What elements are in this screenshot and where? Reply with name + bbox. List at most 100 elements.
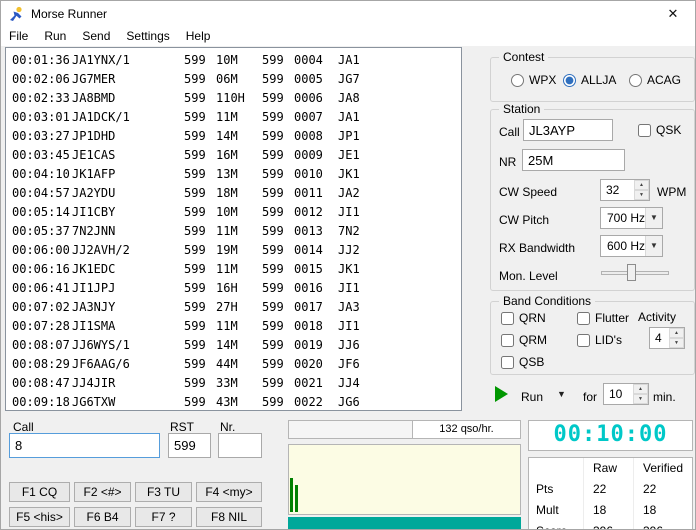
qso-log-row[interactable]: 00:03:01 JA1DCK/1 599 11M 599 0007 JA1 (12, 108, 461, 127)
contest-radio-input[interactable] (629, 73, 642, 87)
qso-rst-sent: 599 (184, 319, 206, 333)
station-nr-label: NR (499, 155, 517, 169)
play-icon[interactable] (495, 386, 508, 402)
rx-bandwidth-select[interactable]: 600 Hz ▼ (600, 235, 663, 257)
qso-log-row[interactable]: 00:07:28 JI1SMA 599 11M 599 0018 JI1 (12, 317, 461, 336)
fkey-button[interactable]: F1 CQ (9, 482, 70, 502)
menu-item[interactable]: Send (74, 28, 118, 44)
qso-log-list[interactable]: 00:01:36 JA1YNX/1 599 10M 599 0004 JA1 0… (5, 47, 462, 411)
fkey-button[interactable]: F7 ? (135, 507, 192, 527)
fkey-button[interactable]: F4 <my> (196, 482, 262, 502)
cw-speed-down-icon[interactable]: ▼ (634, 190, 649, 200)
qsk-label: QSK (656, 123, 682, 137)
contest-radio-option[interactable]: ALLJA (563, 73, 616, 87)
qso-log-row[interactable]: 00:06:41 JI1JPJ 599 16H 599 0016 JI1 (12, 279, 461, 298)
activity-down-icon[interactable]: ▼ (669, 338, 684, 348)
qso-time: 00:06:41 (12, 281, 70, 295)
activity-up-icon[interactable]: ▲ (669, 328, 684, 338)
cw-speed-spinner[interactable]: 32 ▲ ▼ (600, 179, 650, 201)
mon-level-slider[interactable] (601, 263, 669, 283)
menu-item[interactable]: File (1, 28, 36, 44)
qso-log-row[interactable]: 00:07:02 JA3NJY 599 27H 599 0017 JA3 (12, 298, 461, 317)
band-condition-checkbox[interactable]: LID's (577, 333, 622, 347)
band-condition-checkbox-input[interactable] (577, 333, 590, 347)
duration-up-icon[interactable]: ▲ (633, 384, 648, 394)
close-icon[interactable]: ✕ (651, 1, 695, 27)
contest-radio-input[interactable] (511, 73, 524, 87)
run-mode-dropdown-icon[interactable]: ▼ (557, 389, 566, 399)
activity-spinner[interactable]: 4 ▲ ▼ (649, 327, 685, 349)
band-condition-checkbox-input[interactable] (577, 311, 590, 325)
qso-rst-sent: 599 (184, 53, 206, 67)
cw-speed-up-icon[interactable]: ▲ (634, 180, 649, 190)
band-condition-checkbox-input[interactable] (501, 333, 514, 347)
band-condition-checkbox[interactable]: QSB (501, 355, 544, 369)
mon-level-slider-thumb[interactable] (627, 264, 636, 281)
qso-log-row[interactable]: 00:08:07 JJ6WYS/1 599 14M 599 0019 JJ6 (12, 336, 461, 355)
qso-rst-sent: 599 (184, 224, 206, 238)
cw-pitch-dropdown-icon[interactable]: ▼ (645, 208, 662, 228)
qsk-checkbox[interactable]: QSK (638, 123, 681, 137)
contest-radio-option[interactable]: ACAG (629, 73, 681, 87)
qso-log-row[interactable]: 00:06:00 JJ2AVH/2 599 19M 599 0014 JJ2 (12, 241, 461, 260)
fkey-button[interactable]: F3 TU (135, 482, 192, 502)
band-condition-checkbox[interactable]: QRM (501, 333, 547, 347)
qso-log-row[interactable]: 00:05:37 7N2JNN 599 11M 599 0013 7N2 (12, 222, 461, 241)
score-rows: Pts 22 22 Mult 18 18 Score 396 396 (529, 479, 692, 529)
cw-speed-label: CW Speed (499, 185, 558, 199)
band-condition-checkbox[interactable]: Flutter (577, 311, 629, 325)
entry-rst-input[interactable] (168, 433, 211, 458)
qso-log-row[interactable]: 00:08:29 JF6AAG/6 599 44M 599 0020 JF6 (12, 355, 461, 374)
band-condition-checkbox-input[interactable] (501, 355, 514, 369)
qso-exchange-sent: 18M (216, 186, 238, 200)
qso-time: 00:06:00 (12, 243, 70, 257)
qso-log-row[interactable]: 00:09:18 JG6TXW 599 43M 599 0022 JG6 (12, 393, 461, 410)
fkey-button[interactable]: F6 B4 (74, 507, 131, 527)
contest-radio-option[interactable]: WPX (511, 73, 556, 87)
qso-time: 00:04:10 (12, 167, 70, 181)
qso-log-row[interactable]: 00:04:10 JK1AFP 599 13M 599 0010 JK1 (12, 165, 461, 184)
qso-serial-number: 0009 (294, 148, 323, 162)
entry-nr-label: Nr. (220, 420, 236, 434)
qso-log-row[interactable]: 00:02:33 JA8BMD 599 110H 599 0006 JA8 (12, 89, 461, 108)
qso-exchange-sent: 11M (216, 262, 238, 276)
qso-log-row[interactable]: 00:01:36 JA1YNX/1 599 10M 599 0004 JA1 (12, 51, 461, 70)
entry-nr-input[interactable] (218, 433, 262, 458)
qso-log-row[interactable]: 00:05:14 JI1CBY 599 10M 599 0012 JI1 (12, 203, 461, 222)
menu-item[interactable]: Help (178, 28, 219, 44)
qso-time: 00:05:37 (12, 224, 70, 238)
entry-call-input[interactable] (9, 433, 160, 458)
fkey-button[interactable]: F5 <his> (9, 507, 70, 527)
cw-pitch-select[interactable]: 700 Hz ▼ (600, 207, 663, 229)
duration-spinner[interactable]: 10 ▲ ▼ (603, 383, 649, 405)
qso-log-row[interactable]: 00:02:06 JG7MER 599 06M 599 0005 JG7 (12, 70, 461, 89)
qso-log-row[interactable]: 00:08:47 JJ4JIR 599 33M 599 0021 JJ4 (12, 374, 461, 393)
duration-down-icon[interactable]: ▼ (633, 394, 648, 404)
menu-item[interactable]: Run (36, 28, 74, 44)
rx-bandwidth-dropdown-icon[interactable]: ▼ (645, 236, 662, 256)
qso-prefix: JK1 (338, 262, 360, 276)
qso-exchange-sent: 11M (216, 110, 238, 124)
qso-exchange-sent: 14M (216, 338, 238, 352)
fkey-button[interactable]: F2 <#> (74, 482, 131, 502)
qso-callsign: JA1YNX/1 (72, 53, 130, 67)
qso-callsign: JI1SMA (72, 319, 116, 333)
band-condition-checkbox-input[interactable] (501, 311, 514, 325)
qso-log-row[interactable]: 00:03:45 JE1CAS 599 16M 599 0009 JE1 (12, 146, 461, 165)
menu-item[interactable]: Settings (118, 28, 177, 44)
contest-radio-input[interactable] (563, 73, 576, 87)
qso-prefix: JI1 (338, 319, 360, 333)
qso-log-row[interactable]: 00:03:27 JP1DHD 599 14M 599 0008 JP1 (12, 127, 461, 146)
qso-rst-sent: 599 (184, 148, 206, 162)
qso-serial-number: 0005 (294, 72, 323, 86)
qsk-checkbox-input[interactable] (638, 123, 651, 137)
station-nr-input[interactable] (522, 149, 625, 171)
contest-radio-label: ACAG (647, 73, 682, 87)
station-call-input[interactable] (523, 119, 613, 141)
band-condition-checkbox[interactable]: QRN (501, 311, 546, 325)
qso-log-row[interactable]: 00:04:57 JA2YDU 599 18M 599 0011 JA2 (12, 184, 461, 203)
qso-log-row[interactable]: 00:06:16 JK1EDC 599 11M 599 0015 JK1 (12, 260, 461, 279)
run-button[interactable]: Run (521, 390, 543, 404)
qso-time: 00:02:06 (12, 72, 70, 86)
fkey-button[interactable]: F8 NIL (196, 507, 262, 527)
